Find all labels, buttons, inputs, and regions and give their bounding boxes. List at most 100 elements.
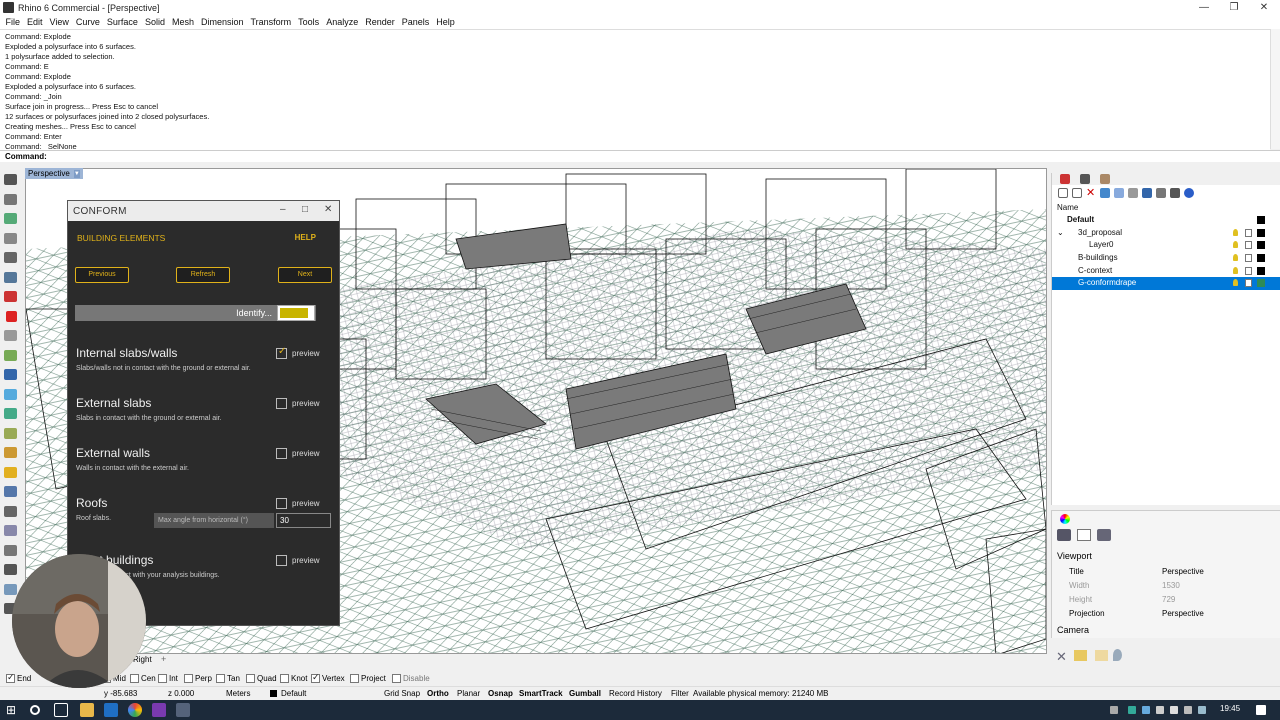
conform-minimize-icon[interactable]: –: [280, 204, 286, 215]
osnap-quad[interactable]: Quad: [246, 674, 277, 683]
viewport-tab-icon[interactable]: [1077, 529, 1091, 541]
menu-dimension[interactable]: Dimension: [197, 17, 247, 27]
polyline-icon[interactable]: [4, 232, 17, 244]
close-button[interactable]: ✕: [1248, 0, 1280, 15]
max-angle-input[interactable]: 30: [276, 513, 331, 528]
layer-row[interactable]: B-buildings: [1052, 252, 1280, 265]
materials-tab-icon[interactable]: [1100, 174, 1110, 184]
menu-surface[interactable]: Surface: [103, 17, 141, 27]
tray-network-icon[interactable]: [1156, 706, 1164, 714]
osnap-checkbox[interactable]: [158, 674, 167, 683]
command-history-scrollbar[interactable]: [1270, 29, 1280, 149]
conform-close-icon[interactable]: ✕: [324, 204, 333, 215]
search-icon[interactable]: [30, 705, 40, 715]
arc-icon[interactable]: [6, 310, 17, 322]
task-view-icon[interactable]: [54, 703, 68, 717]
help-icon[interactable]: [1184, 188, 1194, 198]
layer-visibility-bulb-icon[interactable]: [1233, 241, 1238, 249]
menu-help[interactable]: Help: [433, 17, 459, 27]
trim-icon[interactable]: [4, 447, 17, 458]
array-icon[interactable]: [4, 583, 17, 595]
rotate-icon[interactable]: [4, 544, 17, 556]
delete-layer-icon[interactable]: ✕: [1086, 188, 1096, 199]
osnap-perp[interactable]: Perp: [184, 674, 212, 683]
osnap-checkbox[interactable]: [246, 674, 255, 683]
layer-visibility-bulb-icon[interactable]: [1233, 254, 1238, 262]
tray-chevron-icon[interactable]: [1110, 706, 1118, 714]
menu-mesh[interactable]: Mesh: [168, 17, 197, 27]
color-wheel-icon[interactable]: [1060, 514, 1070, 524]
explode-icon[interactable]: [4, 505, 17, 517]
property-value[interactable]: Perspective: [1162, 607, 1204, 621]
expand-chevron-icon[interactable]: ⌄: [1057, 227, 1064, 240]
layer-tools-icon[interactable]: [1156, 188, 1166, 198]
split-icon[interactable]: [4, 466, 17, 478]
menu-panels[interactable]: Panels: [398, 17, 433, 27]
osnap-cen[interactable]: Cen: [130, 674, 156, 683]
layer-color-swatch[interactable]: [1257, 216, 1265, 224]
add-viewport-tab-icon[interactable]: +: [161, 654, 166, 664]
new-sublayer-icon[interactable]: [1072, 188, 1082, 198]
menu-file[interactable]: File: [2, 17, 24, 27]
preview-checkbox[interactable]: [276, 346, 287, 359]
menu-tools[interactable]: Tools: [295, 17, 323, 27]
menu-solid[interactable]: Solid: [141, 17, 168, 27]
menu-analyze[interactable]: Analyze: [323, 17, 362, 27]
outlook-icon[interactable]: [104, 703, 118, 717]
clock[interactable]: 19:45: [1220, 704, 1240, 713]
osnap-project[interactable]: Project: [350, 674, 386, 683]
new-layer-icon[interactable]: [1058, 188, 1068, 198]
layer-color-swatch[interactable]: [1257, 266, 1265, 275]
tray-app-icon[interactable]: [1128, 706, 1136, 714]
sphere-icon[interactable]: [4, 388, 17, 400]
layer-row[interactable]: Default: [1052, 214, 1280, 227]
command-prompt[interactable]: Command:: [0, 150, 1280, 162]
layer-color-swatch[interactable]: [1257, 254, 1265, 263]
curve-icon[interactable]: [4, 252, 17, 263]
layer-visibility-bulb-icon[interactable]: [1233, 228, 1238, 236]
start-icon[interactable]: ⊞: [6, 703, 20, 717]
notifications-icon[interactable]: [1256, 705, 1266, 715]
file-explorer-icon[interactable]: [80, 703, 94, 717]
layer-row[interactable]: ⌄ 3d_proposal: [1052, 227, 1280, 240]
next-button[interactable]: Next: [278, 267, 332, 283]
fillet-icon[interactable]: [4, 427, 17, 439]
layer-row[interactable]: G-conformdrape: [1052, 277, 1280, 291]
chrome-icon[interactable]: [128, 703, 142, 717]
tray-volume-icon[interactable]: [1170, 706, 1178, 714]
layer-lock-icon[interactable]: [1245, 279, 1252, 288]
move-down-icon[interactable]: [1114, 188, 1124, 198]
render-tab-icon[interactable]: [1080, 174, 1090, 184]
line-icon[interactable]: [4, 213, 17, 224]
menu-view[interactable]: View: [46, 17, 72, 27]
smarttrack-toggle[interactable]: SmartTrack: [519, 689, 563, 698]
onenote-icon[interactable]: [152, 703, 166, 717]
osnap-disable[interactable]: Disable: [392, 674, 430, 683]
tools-icon[interactable]: ✕: [1056, 649, 1067, 665]
previous-button[interactable]: Previous: [75, 267, 129, 283]
planar-toggle[interactable]: Planar: [457, 689, 480, 698]
osnap-checkbox[interactable]: [130, 674, 139, 683]
conform-title-bar[interactable]: CONFORM – □ ✕: [68, 201, 339, 221]
tray-cloud-icon[interactable]: [1142, 706, 1150, 714]
identify-color-swatch[interactable]: [277, 305, 315, 321]
filter-toggle[interactable]: Filter: [671, 689, 689, 698]
minimize-button[interactable]: —: [1188, 0, 1220, 15]
conform-maximize-icon[interactable]: □: [302, 204, 308, 215]
osnap-tan[interactable]: Tan: [216, 674, 240, 683]
help-link[interactable]: HELP: [295, 233, 316, 242]
viewport-menu-chevron-icon[interactable]: ▼: [73, 169, 80, 178]
filter-icon[interactable]: [1142, 188, 1152, 198]
tray-language-icon[interactable]: [1198, 706, 1206, 714]
move-up-icon[interactable]: [1100, 188, 1110, 198]
circle-icon[interactable]: [4, 271, 17, 283]
scale-icon[interactable]: [4, 564, 17, 575]
restore-button[interactable]: ❐: [1218, 0, 1250, 15]
layers-tab-icon[interactable]: [1060, 174, 1070, 184]
preview-checkbox[interactable]: [276, 448, 287, 459]
osnap-checkbox[interactable]: [280, 674, 289, 683]
osnap-checkbox[interactable]: [184, 674, 193, 683]
move-icon[interactable]: [4, 525, 17, 536]
box-icon[interactable]: [4, 369, 17, 380]
osnap-int[interactable]: Int: [158, 674, 178, 683]
